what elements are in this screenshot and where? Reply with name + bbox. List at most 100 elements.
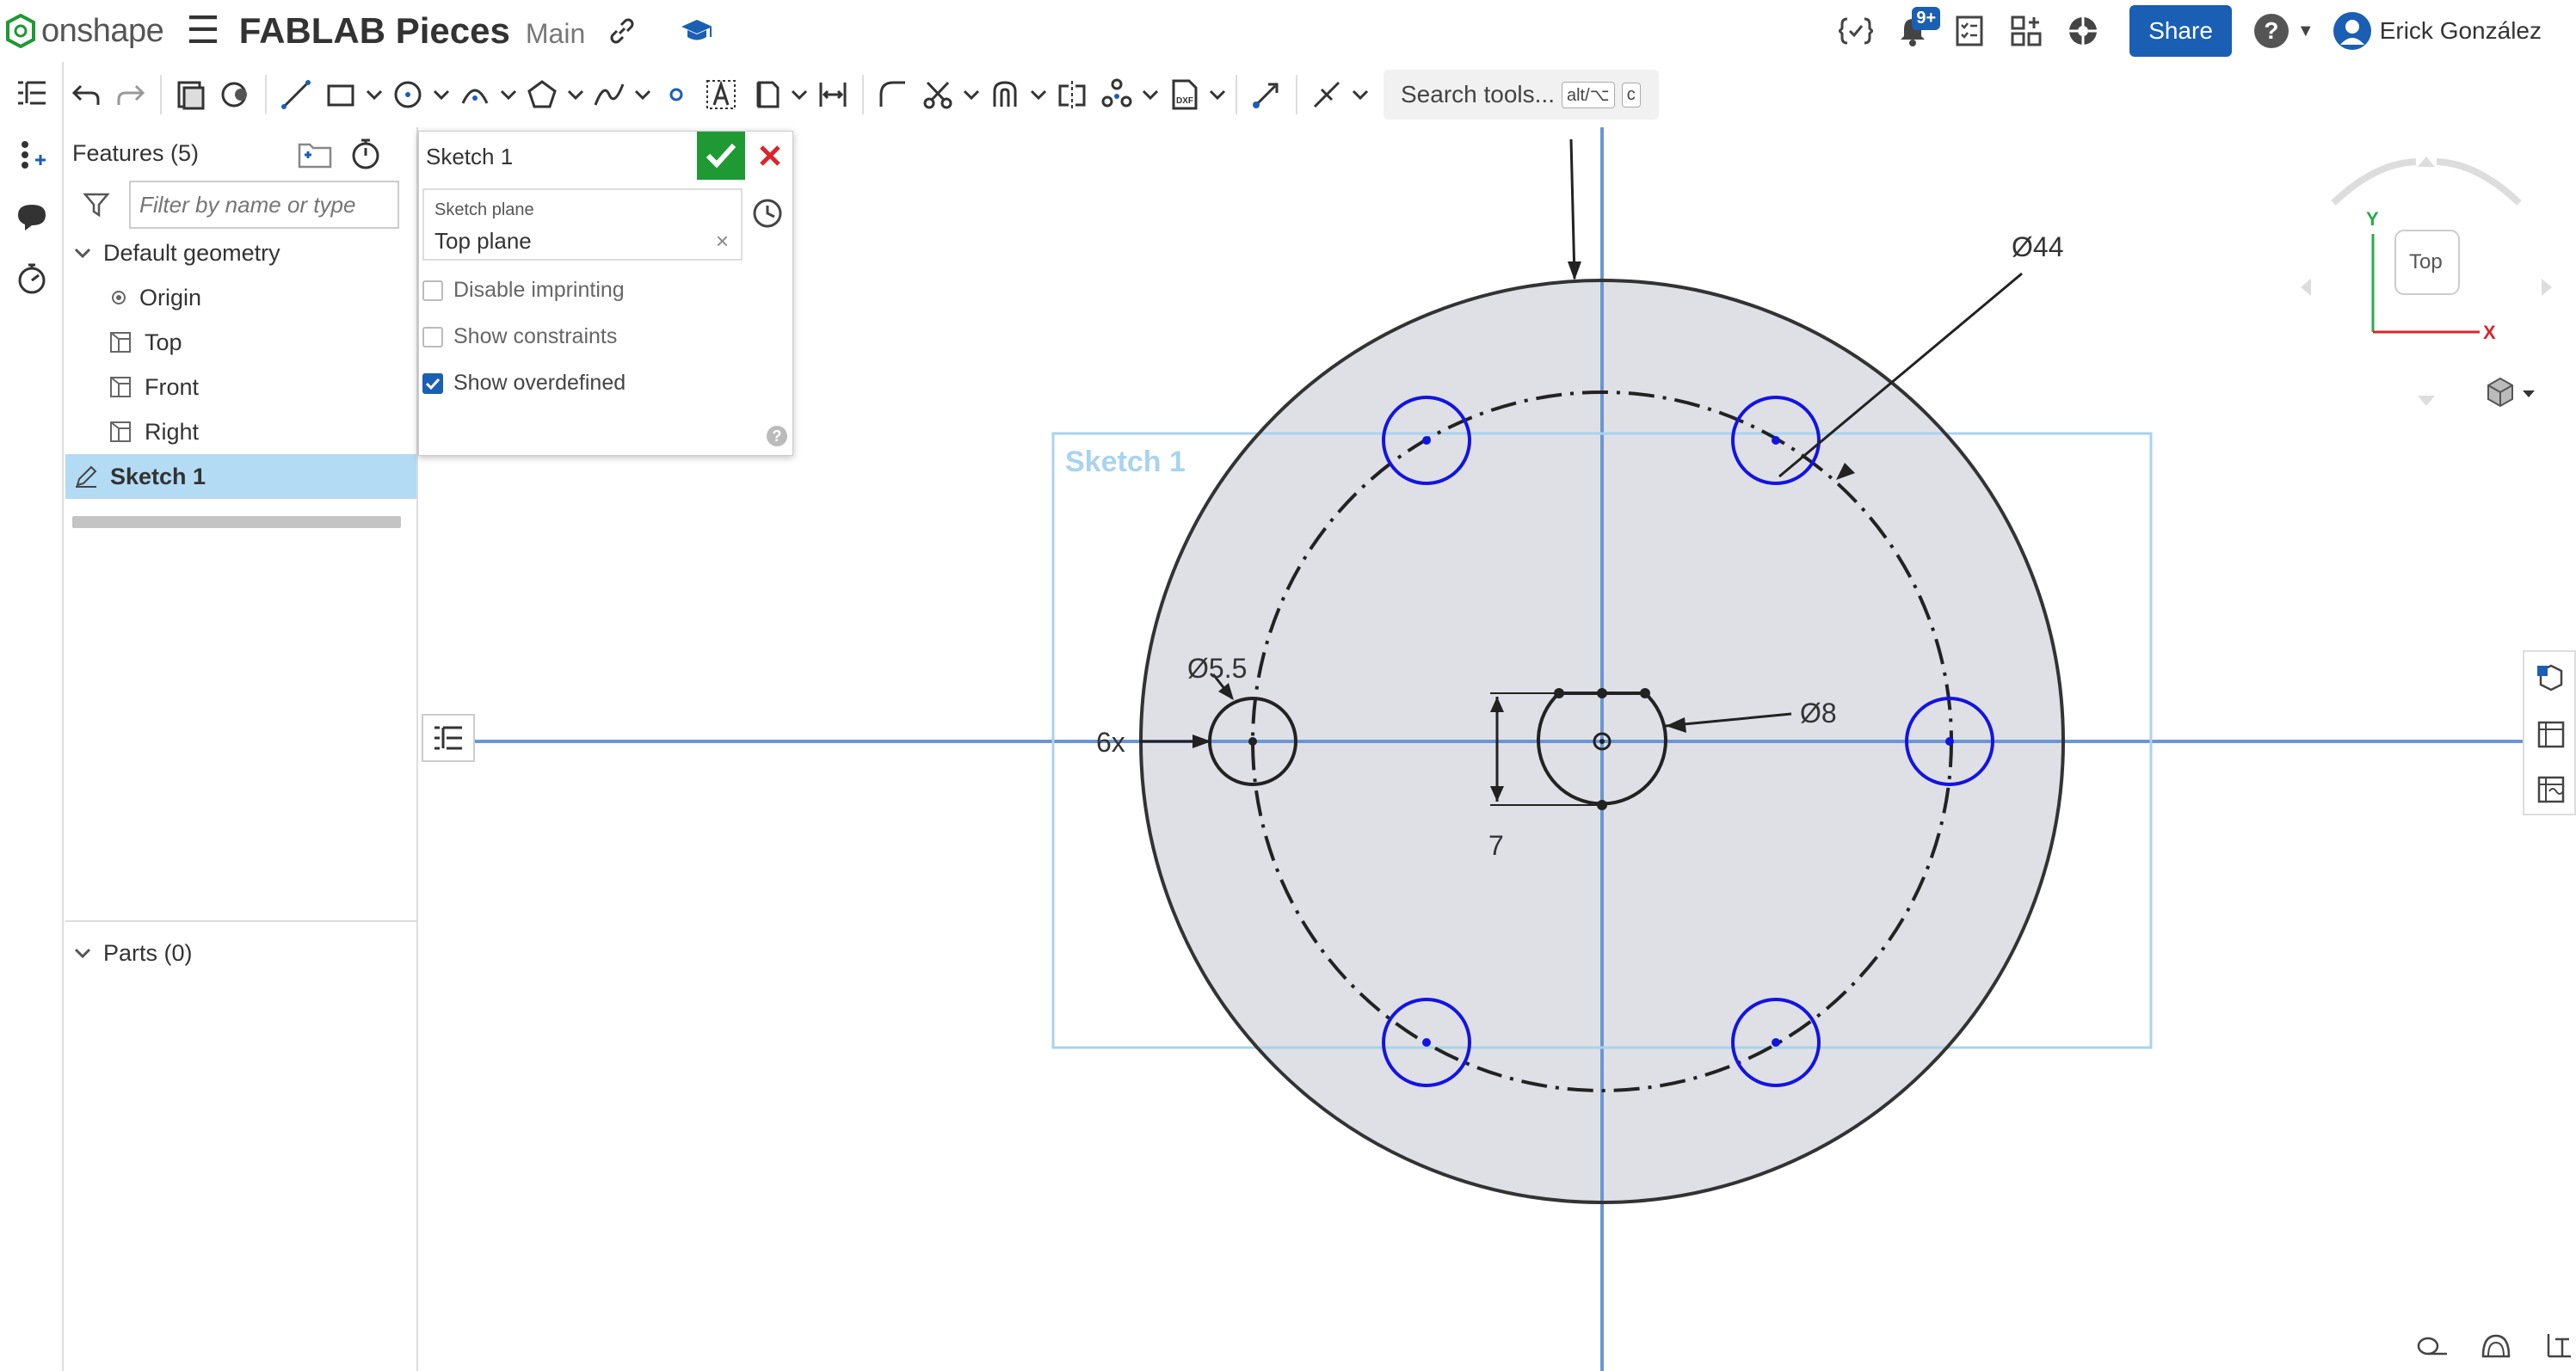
rectangle-tool-button[interactable] (318, 69, 363, 120)
line-tool-button[interactable] (274, 69, 318, 120)
trim-dropdown[interactable] (960, 69, 983, 120)
notifications-bell-icon[interactable]: 9+ (1894, 7, 1941, 50)
search-tools-input[interactable]: Search tools... alt/⌥ c (1384, 70, 1659, 120)
top-header: onshape ☰ FABLAB Pieces Main 9+ Share ? (0, 0, 2576, 62)
history-clock-icon[interactable] (751, 197, 784, 230)
arc-tool-button[interactable] (453, 69, 497, 120)
appearance-panel-icon[interactable] (2524, 652, 2576, 707)
mass-properties-icon[interactable] (2464, 1326, 2528, 1364)
chevron-down-icon (791, 89, 808, 101)
filter-input[interactable] (129, 181, 399, 229)
chevron-down-icon (1142, 89, 1159, 101)
filter-icon[interactable] (83, 191, 110, 218)
tree-item-label: Right (145, 418, 200, 445)
use-tool-button[interactable] (169, 69, 213, 120)
axis-y-label: Y (2366, 208, 2379, 230)
tree-item-right[interactable]: Right (65, 409, 416, 454)
tree-item-sketch-1[interactable]: Sketch 1 (65, 454, 416, 499)
text-tool-button[interactable] (699, 69, 743, 120)
polygon-dropdown[interactable] (564, 69, 587, 120)
show-overdefined-checkbox[interactable] (422, 372, 443, 394)
user-menu[interactable]: Erick González (2332, 10, 2542, 52)
hamburger-menu-icon[interactable]: ☰ (186, 12, 219, 50)
default-geometry-group[interactable]: Default geometry (65, 231, 416, 275)
mates-icon[interactable] (0, 124, 64, 186)
stopwatch-icon[interactable] (0, 248, 64, 310)
view-cube[interactable]: Top Y X (2289, 146, 2564, 421)
show-constraints-option[interactable]: Show constraints (422, 324, 617, 349)
custom-features-icon[interactable] (1837, 12, 1875, 50)
pattern-dropdown[interactable] (1139, 69, 1162, 120)
clear-selection-icon[interactable]: × (716, 228, 729, 255)
trim-tool-button[interactable] (915, 69, 960, 120)
tree-item-top[interactable]: Top (65, 320, 416, 365)
circular-pattern-icon (1101, 78, 1132, 108)
tree-item-front[interactable]: Front (65, 365, 416, 409)
polygon-tool-button[interactable] (520, 69, 564, 120)
project-tool-button[interactable] (213, 69, 258, 120)
app-store-icon[interactable] (2007, 12, 2045, 50)
document-title[interactable]: FABLAB Pieces (239, 10, 510, 52)
cancel-button[interactable] (746, 132, 794, 180)
construction-icon (756, 81, 780, 108)
comments-icon[interactable] (0, 186, 64, 248)
chevron-down-icon (1030, 89, 1047, 101)
undo-button[interactable] (64, 69, 108, 120)
learning-center-icon[interactable] (2064, 12, 2102, 50)
education-cap-icon[interactable] (680, 16, 714, 46)
show-overdefined-option[interactable]: Show overdefined (422, 371, 626, 396)
show-constraints-checkbox[interactable] (422, 326, 443, 347)
link-icon[interactable] (607, 16, 637, 46)
circle-tool-button[interactable] (385, 69, 430, 120)
redo-button[interactable] (108, 69, 153, 120)
variables-panel-icon[interactable] (2524, 762, 2576, 817)
spline-dropdown[interactable] (632, 69, 654, 120)
dimension-tool-button[interactable] (810, 69, 855, 120)
parts-group[interactable]: Parts (0) (65, 931, 193, 975)
assembly-panel-icon[interactable] (2524, 707, 2576, 762)
line-icon (281, 80, 311, 109)
mirror-icon (1058, 81, 1086, 108)
arc-dropdown[interactable] (497, 69, 520, 120)
help-menu[interactable]: ? ▼ (2253, 14, 2314, 48)
tree-item-origin[interactable]: Origin (65, 275, 416, 320)
help-icon[interactable]: ? (767, 426, 787, 446)
pattern-tool-button[interactable] (1094, 69, 1139, 120)
share-button[interactable]: Share (2129, 5, 2232, 57)
mirror-tool-button[interactable] (1050, 69, 1094, 120)
sketch-plane-field[interactable]: Sketch plane Top plane × (422, 188, 743, 261)
offset-tool-button[interactable] (983, 69, 1027, 120)
rollback-timer-icon[interactable] (349, 138, 382, 170)
circle-dropdown[interactable] (430, 69, 453, 120)
rotate-left-arrow-icon (2331, 158, 2417, 206)
feature-list-scrollbar[interactable] (72, 516, 401, 528)
transform-tool-button[interactable] (1244, 69, 1289, 120)
rectangle-dropdown[interactable] (363, 69, 385, 120)
disable-imprinting-checkbox[interactable] (422, 280, 443, 301)
chevron-down-icon[interactable] (74, 247, 91, 259)
undo-icon (71, 84, 100, 105)
add-folder-icon[interactable] (298, 139, 332, 169)
constraint-dropdown[interactable] (1349, 69, 1371, 120)
feature-list-icon[interactable] (0, 62, 64, 124)
tasks-list-icon[interactable] (1950, 12, 1988, 50)
offset-dropdown[interactable] (1027, 69, 1050, 120)
sketch-plane-value: Top plane (434, 228, 532, 254)
arc-icon (461, 89, 489, 104)
chevron-down-icon[interactable] (74, 947, 91, 959)
constraint-tool-button[interactable] (1304, 69, 1349, 120)
branch-name[interactable]: Main (526, 18, 585, 50)
construction-tool-button[interactable] (743, 69, 788, 120)
section-view-icon[interactable] (2528, 1326, 2576, 1364)
measure-tape-icon[interactable] (2400, 1326, 2464, 1364)
accept-button[interactable] (697, 132, 745, 180)
dxf-dropdown[interactable] (1206, 69, 1229, 120)
onshape-logo[interactable]: onshape (5, 13, 164, 50)
sketch-list-toggle[interactable] (422, 714, 475, 762)
spline-tool-button[interactable] (587, 69, 632, 120)
dxf-import-button[interactable]: DXF (1162, 69, 1206, 120)
construction-dropdown[interactable] (788, 69, 810, 120)
fillet-tool-button[interactable] (871, 69, 915, 120)
disable-imprinting-option[interactable]: Disable imprinting (422, 278, 625, 303)
point-tool-button[interactable] (654, 69, 699, 120)
